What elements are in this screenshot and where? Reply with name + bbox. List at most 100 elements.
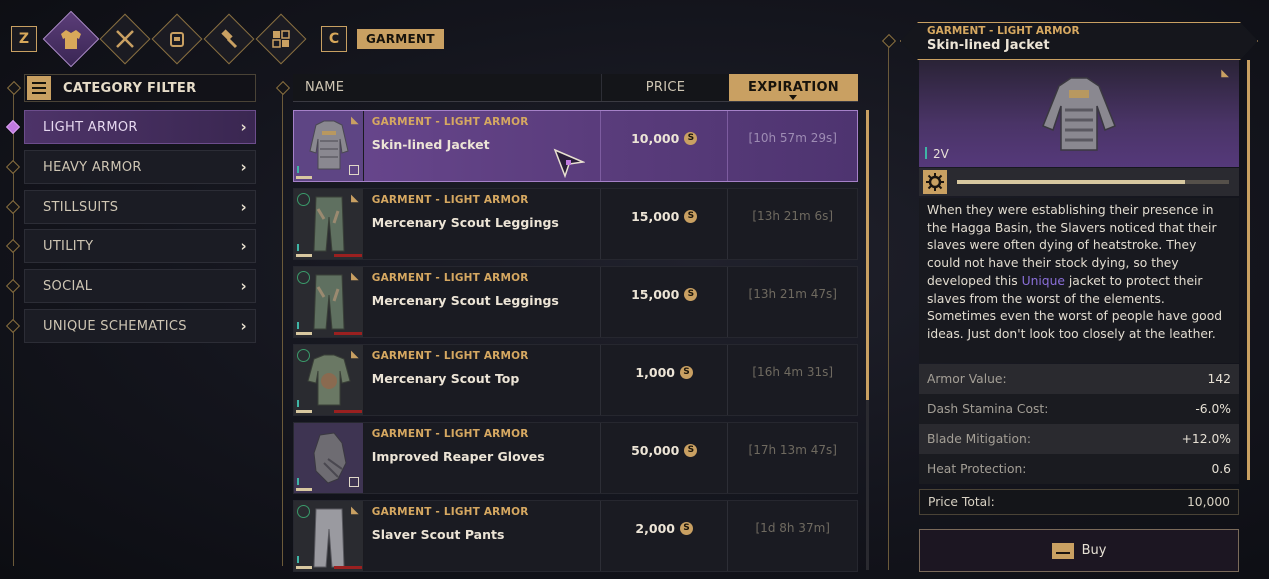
table-row[interactable]: ◣ GARMENT - LIGHT ARMOR Mercenary Scout … bbox=[293, 266, 858, 338]
filter-node-social bbox=[5, 278, 21, 294]
item-price-cell: 15,000 S bbox=[601, 189, 729, 259]
stat-row: Heat Protection: 0.6 bbox=[919, 454, 1239, 484]
tab-modules[interactable] bbox=[255, 13, 307, 65]
item-price-cell: 10,000 S bbox=[601, 111, 729, 181]
item-name-cell: GARMENT - LIGHT ARMOR Slaver Scout Pants bbox=[364, 501, 601, 571]
item-expiration: [13h 21m 6s] bbox=[752, 209, 834, 223]
durability-bar bbox=[296, 410, 312, 413]
table-scrollbar-thumb[interactable] bbox=[866, 110, 869, 400]
gear-icon bbox=[923, 170, 947, 194]
stat-row: Armor Value: 142 bbox=[919, 364, 1239, 394]
column-header-name[interactable]: NAME bbox=[293, 80, 601, 95]
filter-node-stillsuits bbox=[5, 199, 21, 215]
item-price: 10,000 bbox=[631, 130, 680, 146]
keybind-icon bbox=[1051, 542, 1074, 559]
item-thumbnail bbox=[294, 423, 364, 493]
price-total: Price Total: 10,000 bbox=[919, 489, 1239, 515]
column-header-expiration-label: EXPIRATION bbox=[748, 80, 839, 95]
item-expiration: [1d 8h 37m] bbox=[755, 521, 830, 535]
sort-desc-icon bbox=[789, 95, 797, 100]
table-row[interactable]: ◣ GARMENT - LIGHT ARMOR Mercenary Scout … bbox=[293, 344, 858, 416]
table-row[interactable]: GARMENT - LIGHT ARMOR Improved Reaper Gl… bbox=[293, 422, 858, 494]
item-price: 2,000 bbox=[635, 520, 675, 536]
filter-item-label: UTILITY bbox=[43, 238, 94, 254]
item-price: 15,000 bbox=[631, 208, 680, 224]
stat-row: Blade Mitigation: +12.0% bbox=[919, 424, 1239, 454]
column-header-price[interactable]: PRICE bbox=[601, 74, 729, 101]
table-guide-line bbox=[282, 88, 283, 566]
tier-indicator bbox=[297, 478, 299, 485]
schematic-icon bbox=[348, 477, 359, 487]
solari-coin-icon: S bbox=[684, 287, 698, 301]
item-category: GARMENT - LIGHT ARMOR bbox=[371, 272, 529, 284]
durability-bar bbox=[296, 254, 312, 257]
filter-item-stillsuits[interactable]: STILLSUITS › bbox=[24, 190, 256, 224]
item-name: Mercenary Scout Top bbox=[371, 371, 520, 386]
filter-item-social[interactable]: SOCIAL › bbox=[24, 269, 256, 303]
tab-weapons[interactable] bbox=[99, 13, 151, 65]
item-price: 15,000 bbox=[631, 286, 680, 302]
filter-node-utility bbox=[5, 238, 21, 254]
item-tier: 2V bbox=[933, 147, 949, 161]
tier-indicator bbox=[297, 400, 299, 407]
durability-bar bbox=[296, 332, 312, 335]
detail-guide-line bbox=[888, 40, 889, 570]
filter-item-unique-schematics[interactable]: UNIQUE SCHEMATICS › bbox=[24, 309, 256, 343]
status-bar bbox=[334, 566, 362, 569]
item-name: Slaver Scout Pants bbox=[371, 527, 505, 542]
category-filter-title: CATEGORY FILTER bbox=[63, 80, 197, 96]
item-expiration: [13h 21m 47s] bbox=[748, 287, 837, 301]
item-category: GARMENT - LIGHT ARMOR bbox=[371, 194, 529, 206]
tab-garment[interactable] bbox=[42, 10, 100, 68]
item-category: GARMENT - LIGHT ARMOR bbox=[371, 506, 529, 518]
tab-utility[interactable] bbox=[151, 13, 203, 65]
solari-coin-icon: S bbox=[684, 209, 698, 223]
chevron-right-icon: › bbox=[240, 198, 247, 216]
item-category: GARMENT - LIGHT ARMOR bbox=[371, 428, 529, 440]
buy-label: Buy bbox=[1081, 543, 1107, 558]
stat-label: Blade Mitigation: bbox=[927, 432, 1031, 446]
faction-icon bbox=[297, 349, 310, 362]
item-thumbnail: ◣ bbox=[294, 501, 364, 571]
item-price: 1,000 bbox=[635, 364, 675, 380]
table-row[interactable]: ◣ GARMENT - LIGHT ARMOR Mercenary Scout … bbox=[293, 188, 858, 260]
backpack-icon bbox=[170, 32, 184, 47]
filter-item-light-armor[interactable]: LIGHT ARMOR › bbox=[24, 110, 256, 144]
item-name-cell: GARMENT - LIGHT ARMOR Mercenary Scout To… bbox=[364, 345, 601, 415]
detail-scrollbar[interactable] bbox=[1247, 60, 1250, 480]
item-price-cell: 50,000 S bbox=[601, 423, 729, 493]
stat-value: -6.0% bbox=[1195, 402, 1231, 416]
stat-value: 0.6 bbox=[1211, 462, 1231, 476]
category-tab-bar: Z C GARMENT bbox=[11, 10, 444, 68]
chevron-right-icon: › bbox=[240, 237, 247, 255]
item-thumbnail: ◣ bbox=[294, 111, 364, 181]
unique-keyword: Unique bbox=[1021, 273, 1065, 288]
stat-row: Dash Stamina Cost: -6.0% bbox=[919, 394, 1239, 424]
detail-item-name: Skin-lined Jacket bbox=[927, 38, 1050, 53]
item-thumbnail: ◣ bbox=[294, 189, 364, 259]
buy-button[interactable]: Buy bbox=[919, 529, 1239, 572]
price-total-label: Price Total: bbox=[928, 495, 995, 509]
table-header-node bbox=[275, 80, 291, 96]
next-tab-key[interactable]: C bbox=[321, 26, 347, 52]
jacket-icon bbox=[1042, 77, 1116, 151]
filter-item-utility[interactable]: UTILITY › bbox=[24, 229, 256, 263]
category-filter-header: CATEGORY FILTER bbox=[24, 74, 256, 102]
table-row[interactable]: ◣ GARMENT - LIGHT ARMOR Slaver Scout Pan… bbox=[293, 500, 858, 572]
item-name-cell: GARMENT - LIGHT ARMOR Mercenary Scout Le… bbox=[364, 267, 601, 337]
stat-value: 142 bbox=[1207, 372, 1231, 386]
item-name: Mercenary Scout Leggings bbox=[371, 293, 559, 308]
column-header-expiration[interactable]: EXPIRATION bbox=[729, 74, 858, 101]
flag-icon: ◣ bbox=[351, 349, 359, 360]
durability-bar bbox=[296, 566, 312, 569]
tab-tools[interactable] bbox=[203, 13, 255, 65]
prev-tab-key[interactable]: Z bbox=[11, 26, 37, 52]
filter-item-label: SOCIAL bbox=[43, 278, 93, 294]
menu-icon bbox=[27, 76, 51, 100]
filter-item-heavy-armor[interactable]: HEAVY ARMOR › bbox=[24, 150, 256, 184]
stat-label: Dash Stamina Cost: bbox=[927, 402, 1049, 416]
filter-item-label: LIGHT ARMOR bbox=[43, 119, 138, 135]
durability-bar bbox=[957, 180, 1229, 184]
armor-icon bbox=[61, 30, 81, 49]
chevron-right-icon: › bbox=[240, 118, 247, 136]
